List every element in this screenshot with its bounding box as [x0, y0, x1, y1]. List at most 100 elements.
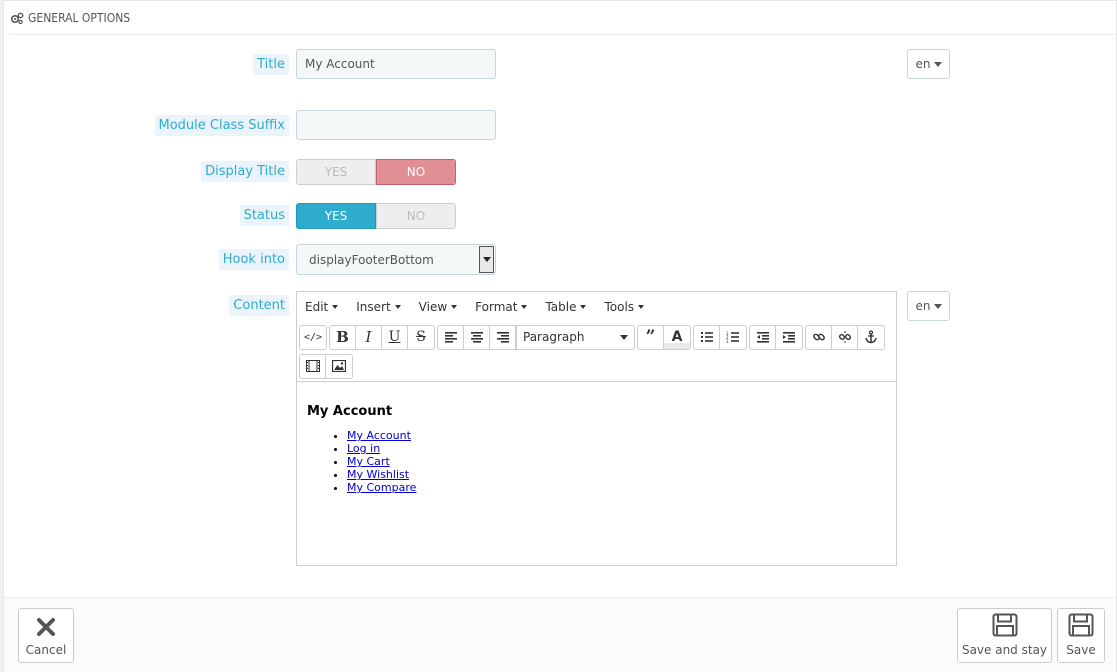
block-format-value: Paragraph [523, 330, 585, 344]
chevron-down-icon [620, 334, 628, 340]
general-options-panel: GENERAL OPTIONS Title en Module Class Su… [3, 0, 1117, 672]
chevron-down-icon [451, 304, 458, 309]
cogs-icon [10, 12, 24, 24]
numbered-list-icon[interactable]: 123 [720, 325, 746, 349]
menu-format[interactable]: Format [471, 300, 531, 314]
svg-text:3: 3 [726, 339, 729, 343]
toolbar-row-1: </> B I U S Paragraph ” A 1 2 3 [299, 323, 894, 351]
editor-menubar: Edit Insert View Format Table Tools [297, 292, 896, 321]
save-and-stay-label: Save and stay [961, 643, 1048, 657]
display-title-switch[interactable]: YES NO [296, 159, 456, 185]
italic-icon[interactable]: I [356, 325, 382, 349]
list-item: My Wishlist [347, 468, 886, 481]
align-left-icon[interactable] [438, 325, 464, 349]
list-item: My Account [347, 429, 886, 442]
indent-group [749, 324, 803, 350]
anchor-icon[interactable] [858, 325, 884, 349]
menu-edit-label: Edit [305, 299, 329, 314]
title-input[interactable] [296, 49, 496, 79]
text-color-icon[interactable]: A [664, 325, 690, 349]
align-right-icon[interactable] [490, 325, 516, 349]
chevron-down-icon [394, 304, 401, 309]
content-lang-label: en [915, 299, 931, 313]
list-item: My Cart [347, 455, 886, 468]
suffix-label: Module Class Suffix [154, 115, 289, 136]
panel-title: GENERAL OPTIONS [28, 10, 131, 25]
save-label: Save [1066, 643, 1096, 657]
blockquote-icon[interactable]: ” [638, 325, 664, 349]
chevron-down-icon [933, 303, 942, 309]
select-arrow-icon[interactable] [479, 246, 494, 273]
cancel-label: Cancel [25, 643, 67, 657]
chevron-down-icon [580, 304, 587, 309]
indent-icon[interactable] [776, 325, 802, 349]
menu-table-label: Table [545, 299, 577, 314]
menu-edit[interactable]: Edit [301, 300, 342, 314]
title-label: Title [253, 54, 289, 75]
bold-icon[interactable]: B [330, 325, 356, 349]
underline-icon[interactable]: U [382, 325, 408, 349]
status-label: Status [239, 205, 289, 226]
link-group [805, 324, 885, 350]
list-item: Log in [347, 442, 886, 455]
media-group [299, 353, 353, 379]
editor-toolbar: </> B I U S Paragraph ” A 1 2 3 [297, 321, 896, 382]
save-button[interactable]: Save [1057, 608, 1105, 663]
title-lang-button[interactable]: en [907, 49, 950, 79]
code-view-icon[interactable]: </> [300, 325, 326, 349]
text-style-group: B I U S [329, 324, 435, 350]
panel-heading: GENERAL OPTIONS [10, 1, 1117, 35]
list-item: My Compare [347, 481, 886, 494]
quote-color-group: ” A [637, 324, 691, 350]
content-heading: My Account [307, 404, 393, 419]
suffix-input[interactable] [296, 110, 496, 140]
toolbar-row-2 [299, 352, 894, 380]
hook-label: Hook into [218, 249, 289, 270]
content-lang-button[interactable]: en [907, 291, 950, 321]
chevron-down-icon [638, 304, 645, 309]
image-icon[interactable] [326, 354, 352, 378]
strikethrough-icon[interactable]: S [408, 325, 434, 349]
save-icon [1068, 613, 1094, 640]
status-yes[interactable]: YES [296, 203, 376, 229]
menu-tools[interactable]: Tools [600, 300, 648, 314]
outdent-icon[interactable] [750, 325, 776, 349]
menu-table[interactable]: Table [541, 300, 590, 314]
content-link-list: My Account Log in My Cart My Wishlist My… [307, 429, 886, 494]
code-group: </> [299, 324, 327, 350]
chevron-down-icon [933, 61, 942, 67]
menu-tools-label: Tools [604, 299, 635, 314]
link-my-wishlist[interactable]: My Wishlist [347, 468, 409, 481]
link-my-account[interactable]: My Account [347, 429, 411, 442]
menu-format-label: Format [475, 299, 518, 314]
menu-insert[interactable]: Insert [352, 300, 404, 314]
chevron-down-icon [332, 304, 339, 309]
save-icon [992, 613, 1018, 640]
link-my-compare[interactable]: My Compare [347, 481, 416, 494]
list-group: 123 [693, 324, 747, 350]
status-switch[interactable]: YES NO [296, 203, 456, 229]
menu-view-label: View [418, 299, 448, 314]
chevron-down-icon [521, 304, 528, 309]
link-my-cart[interactable]: My Cart [347, 455, 390, 468]
display-title-yes[interactable]: YES [296, 159, 376, 185]
status-no[interactable]: NO [376, 203, 456, 229]
block-format-select[interactable]: Paragraph [516, 325, 634, 349]
link-icon[interactable] [806, 325, 832, 349]
align-center-icon[interactable] [464, 325, 490, 349]
menu-view[interactable]: View [415, 300, 461, 314]
close-icon [36, 617, 56, 640]
menu-insert-label: Insert [356, 299, 391, 314]
bullet-list-icon[interactable] [694, 325, 720, 349]
cancel-button[interactable]: Cancel [18, 608, 74, 663]
video-icon[interactable] [300, 354, 326, 378]
save-and-stay-button[interactable]: Save and stay [957, 608, 1052, 663]
unlink-icon[interactable] [832, 325, 858, 349]
rich-text-editor[interactable]: Edit Insert View Format Table Tools </> … [296, 291, 897, 566]
hook-select[interactable]: displayFooterBottom [296, 244, 496, 275]
link-log-in[interactable]: Log in [347, 442, 380, 455]
align-group: Paragraph [437, 324, 635, 350]
editor-content[interactable]: My Account My Account Log in My Cart My … [297, 382, 896, 516]
display-title-no[interactable]: NO [376, 159, 456, 185]
title-lang-label: en [915, 57, 931, 71]
